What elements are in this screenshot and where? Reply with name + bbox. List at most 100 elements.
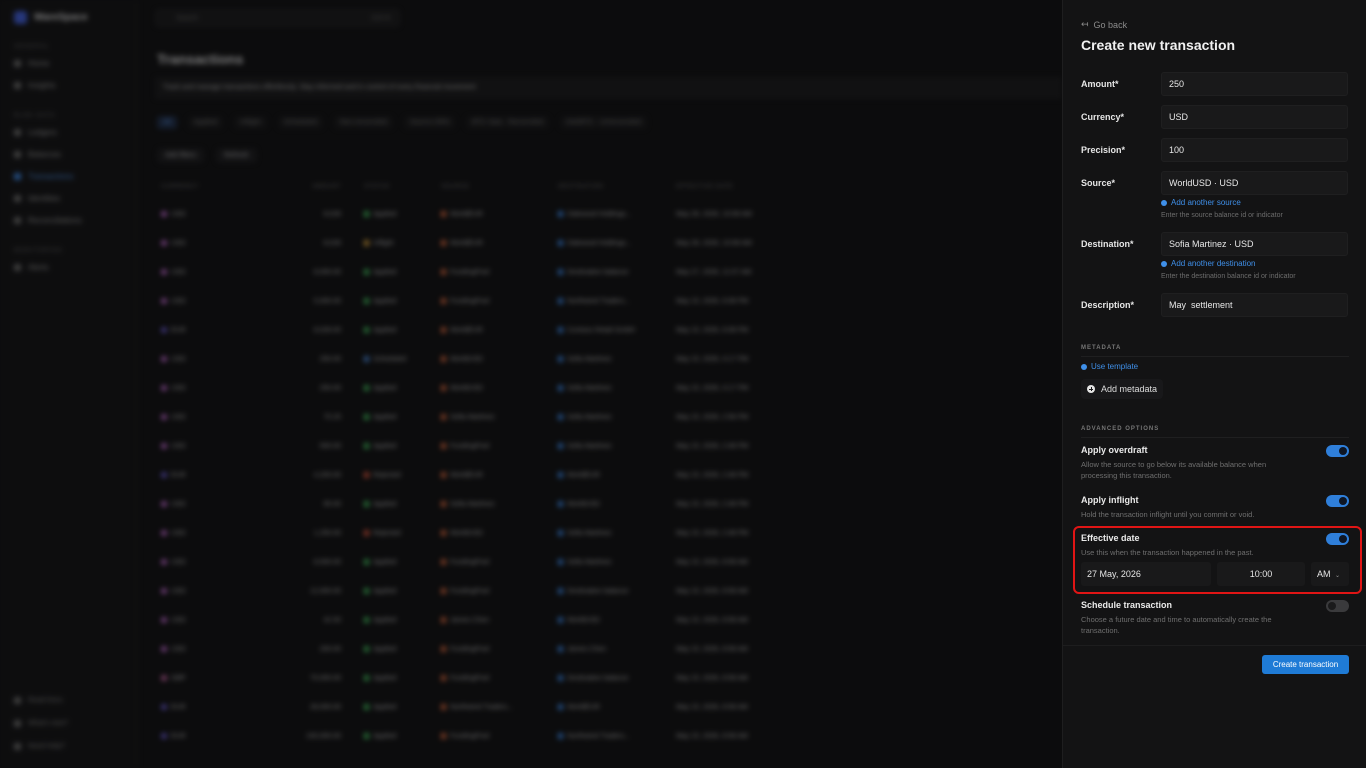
schedule-toggle[interactable] <box>1326 600 1349 612</box>
use-template-link[interactable]: Use template <box>1081 362 1138 371</box>
cell-amount: 250.00 <box>319 385 341 392</box>
table-row[interactable]: USD 12,000.00 Applied FundingPool Destinatio… <box>157 577 797 606</box>
precision-input[interactable] <box>1161 138 1348 162</box>
destination-label: Destination* <box>1081 239 1134 249</box>
nav-icon <box>14 129 21 136</box>
status-dot <box>364 443 369 450</box>
metadata-heading: METADATA <box>1081 345 1122 351</box>
search-input[interactable]: Search Ctrl+K <box>155 9 400 27</box>
add-destination-link[interactable]: Add another destination <box>1161 259 1256 268</box>
table-row[interactable]: GBP 75,000.00 Applied FundingPool Destinatio… <box>157 664 797 693</box>
cell-currency: EUR <box>161 472 186 479</box>
create-transaction-button[interactable]: Create transaction <box>1262 655 1349 674</box>
table-row[interactable]: USD 42.50 Applied James Chen WorldUSD May 15,… <box>157 606 797 635</box>
ampm-select[interactable]: AM ⌄ <box>1311 562 1349 586</box>
table-row[interactable]: USD 8,028 Applied WorldEUR Oakwood Holdings.… <box>157 200 797 229</box>
effective-date-desc: Use this when the transaction happened i… <box>1081 548 1254 557</box>
add-source-link[interactable]: Add another source <box>1161 198 1241 207</box>
destination-input[interactable] <box>1161 232 1348 256</box>
table-row[interactable]: EUR 8,028.00 Applied WorldEUR Contoso Retail… <box>157 316 797 345</box>
filter-chip[interactable]: Non-reconciled <box>333 116 393 129</box>
table-row[interactable]: USD 75.25 Applied Sofia Martinez Sofia Marti… <box>157 403 797 432</box>
workspace-switcher[interactable]: WareSpace <box>14 11 88 24</box>
sidebar-item-reconciliations[interactable]: Reconciliations <box>14 216 82 225</box>
table-row[interactable]: USD 8,000.00 Applied FundingPool Destination… <box>157 258 797 287</box>
table-row[interactable]: USD 8,028 Inflight WorldEUR Oakwood Holdings… <box>157 229 797 258</box>
sidebar-item-transactions[interactable]: Transactions <box>14 172 74 181</box>
table-row[interactable]: USD 85.00 Applied Sofia Martinez WorldUSD May… <box>157 490 797 519</box>
status-dot <box>364 559 369 566</box>
status-dot <box>441 240 446 247</box>
table-row[interactable]: USD 1,250.00 Rejected WorldUSD Sofia Martine… <box>157 519 797 548</box>
table-row[interactable]: USD 500.00 Applied FundingPool Sofia Martine… <box>157 432 797 461</box>
cell-source: Sofia Martinez <box>441 501 495 508</box>
add-metadata-button[interactable]: Add metadata <box>1081 379 1164 399</box>
cell-source: Sofia Martinez <box>441 414 495 421</box>
cell-destination: Oakwood Holdings... <box>558 240 632 247</box>
nav-icon <box>14 720 21 727</box>
table-row[interactable]: USD 8,500.00 Applied FundingPool Sofia Marti… <box>157 548 797 577</box>
effective-date-toggle[interactable] <box>1326 533 1349 545</box>
refresh-button[interactable]: Refresh <box>216 148 257 163</box>
status-dot <box>558 501 563 508</box>
cell-destination: Northwind Traders... <box>558 298 630 305</box>
table-row[interactable]: USD 250.00 Scheduled WorldUSD Sofia Martinez… <box>157 345 797 374</box>
plus-circle-icon <box>1087 385 1095 393</box>
status-dot <box>441 646 446 653</box>
effective-date-picker[interactable]: 27 May, 2026 <box>1081 562 1211 586</box>
status-dot <box>558 269 563 276</box>
cell-source: WorldUSD <box>441 385 483 392</box>
cell-date: May 15, 2026, 8:58 AM <box>676 646 748 653</box>
status-dot <box>441 588 446 595</box>
sidebar-item-home[interactable]: Home <box>14 59 49 68</box>
effective-time-input[interactable]: 10:00 <box>1217 562 1305 586</box>
sidebar-item-insights[interactable]: Insights <box>14 81 56 90</box>
add-source-label: Add another source <box>1171 198 1241 207</box>
cell-status: Applied <box>364 675 396 682</box>
sidebar-item-label: Reconciliations <box>28 216 82 225</box>
cell-currency: USD <box>161 501 186 508</box>
sidebar-item-ledgers[interactable]: Ledgers <box>14 128 57 137</box>
add-filters-button[interactable]: Add filters <box>157 148 205 163</box>
overdraft-toggle[interactable] <box>1326 445 1349 457</box>
table-row[interactable]: USD 250.00 Applied WorldUSD Sofia Martinez Ma… <box>157 374 797 403</box>
cell-amount: 8,028.00 <box>313 327 341 334</box>
sidebar-item-balances[interactable]: Balances <box>14 150 61 159</box>
filter-chip[interactable]: DAI/BTC · Unreconciled <box>560 116 647 129</box>
table-row[interactable]: EUR 28,000.00 Applied Northwind Traders... W… <box>157 693 797 722</box>
currency-input[interactable] <box>1161 105 1348 129</box>
filter-chip[interactable]: Inflight <box>234 116 267 129</box>
cell-source: FundingPool <box>441 646 489 653</box>
status-dot <box>161 211 167 218</box>
status-dot <box>558 443 563 450</box>
status-dot <box>364 298 369 305</box>
filter-chip[interactable]: BTC Sats · Reconciled <box>466 116 550 129</box>
filter-chip[interactable]: Applied <box>187 116 224 129</box>
table-row[interactable]: USD 200.00 Applied FundingPool James Chen May… <box>157 635 797 664</box>
toggle-knob <box>1328 602 1336 610</box>
amount-input[interactable] <box>1161 72 1348 96</box>
source-input[interactable] <box>1161 171 1348 195</box>
sidebar-item-alerts[interactable]: Alerts <box>14 263 48 272</box>
nav-icon <box>14 697 21 704</box>
cell-amount: 4,200.00 <box>313 472 341 479</box>
go-back-link[interactable]: ↤ Go back <box>1081 19 1127 30</box>
filter-chip[interactable]: Scheduled <box>277 116 323 129</box>
table-row[interactable]: USD 5,000.00 Applied FundingPool Northwind T… <box>157 287 797 316</box>
inflight-toggle[interactable] <box>1326 495 1349 507</box>
status-dot <box>364 530 369 537</box>
sidebar-bottom-item[interactable]: What's new? <box>14 720 68 727</box>
cell-currency: USD <box>161 269 186 276</box>
status-dot <box>161 501 167 508</box>
filter-chip[interactable]: All <box>157 116 177 129</box>
cell-date: May 28, 2026, 10:08 AM <box>676 240 752 247</box>
table-row[interactable]: EUR 4,200.00 Rejected WorldEUR WorldEUR May 1… <box>157 461 797 490</box>
table-row[interactable]: EUR 100,000.00 Applied FundingPool Northwind… <box>157 722 797 751</box>
cell-currency: EUR <box>161 704 186 711</box>
cell-destination: WorldUSD <box>558 617 600 624</box>
description-input[interactable] <box>1161 293 1348 317</box>
sidebar-bottom-item[interactable]: Need Help? <box>14 743 65 750</box>
sidebar-bottom-item[interactable]: Read Docs <box>14 697 63 704</box>
filter-chip[interactable]: Source DRN <box>403 116 456 129</box>
sidebar-item-identities[interactable]: Identities <box>14 194 60 203</box>
